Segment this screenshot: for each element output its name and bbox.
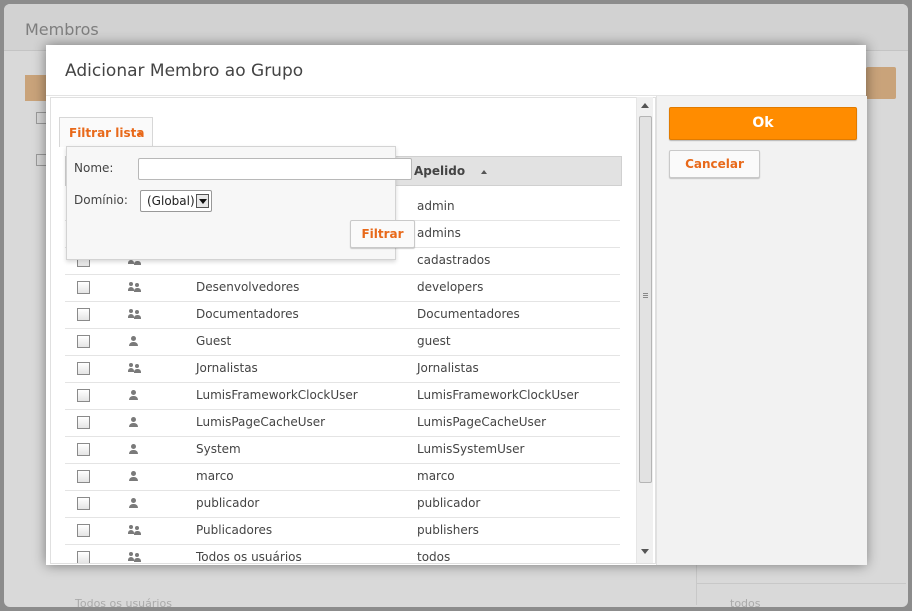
row-checkbox[interactable]	[77, 308, 90, 321]
member-list-pane: Filtrar lista Apelido admin admins cadastr…	[50, 97, 656, 564]
user-icon	[128, 390, 140, 401]
dialog-title: Adicionar Membro ao Grupo	[65, 61, 304, 81]
actions-pane: Ok Cancelar	[656, 96, 867, 565]
user-icon	[128, 498, 140, 509]
domain-select-value: (Global)	[147, 194, 195, 208]
filter-button[interactable]: Filtrar	[350, 220, 415, 248]
table-row[interactable]: Publicadores publishers	[65, 517, 620, 545]
member-alias: marco	[417, 469, 455, 483]
row-checkbox[interactable]	[77, 443, 90, 456]
member-alias: admin	[417, 199, 455, 213]
row-checkbox[interactable]	[77, 416, 90, 429]
table-row[interactable]: System LumisSystemUser	[65, 436, 620, 464]
domain-select[interactable]: (Global)	[140, 190, 212, 212]
row-checkbox[interactable]	[77, 524, 90, 537]
list-scrollbar[interactable]	[636, 97, 653, 563]
row-checkbox[interactable]	[77, 362, 90, 375]
member-name: Publicadores	[196, 523, 273, 537]
scroll-thumb[interactable]	[639, 116, 652, 483]
table-row[interactable]: Jornalistas Jornalistas	[65, 355, 620, 383]
dropdown-arrow-icon[interactable]	[196, 194, 209, 208]
filter-panel: Nome: Domínio: (Global) Filtrar	[66, 146, 415, 260]
member-name: Guest	[196, 334, 232, 348]
background-header	[4, 4, 908, 51]
background-row-alias: todos	[730, 597, 761, 610]
background-divider	[696, 583, 906, 584]
member-name: LumisPageCacheUser	[196, 415, 326, 429]
member-alias: admins	[417, 226, 461, 240]
member-alias: cadastrados	[417, 253, 491, 267]
member-name: Desenvolvedores	[196, 280, 300, 294]
row-checkbox[interactable]	[77, 470, 90, 483]
name-input[interactable]	[138, 158, 412, 180]
sort-ascending-icon	[481, 170, 487, 174]
row-checkbox[interactable]	[77, 335, 90, 348]
user-icon	[128, 471, 140, 482]
table-row[interactable]: Desenvolvedores developers	[65, 274, 620, 302]
member-alias: todos	[417, 550, 451, 564]
add-member-dialog: Adicionar Membro ao Grupo Filtrar lista …	[46, 45, 867, 565]
table-row[interactable]: LumisPageCacheUser LumisPageCacheUser	[65, 409, 620, 437]
member-name: Jornalistas	[196, 361, 258, 375]
scroll-up-arrow-icon[interactable]	[641, 103, 649, 108]
row-checkbox[interactable]	[77, 497, 90, 510]
caret-up-icon	[137, 131, 143, 135]
group-icon	[128, 282, 142, 293]
member-alias: guest	[417, 334, 451, 348]
ok-button[interactable]: Ok	[669, 107, 857, 140]
row-checkbox[interactable]	[77, 281, 90, 294]
background-row-name: Todos os usuários	[75, 597, 172, 610]
table-row[interactable]: Guest guest	[65, 328, 620, 356]
row-checkbox[interactable]	[77, 389, 90, 402]
member-alias: LumisPageCacheUser	[417, 415, 547, 429]
group-icon	[128, 525, 142, 536]
member-name: Documentadores	[196, 307, 299, 321]
user-icon	[128, 336, 140, 347]
background-action-button	[866, 67, 896, 99]
member-alias: Documentadores	[417, 307, 520, 321]
column-header-alias[interactable]: Apelido	[414, 164, 465, 178]
member-name: LumisFrameworkClockUser	[196, 388, 358, 402]
cancel-button[interactable]: Cancelar	[669, 150, 760, 178]
scroll-down-arrow-icon[interactable]	[641, 549, 649, 554]
member-alias: publishers	[417, 523, 479, 537]
table-row[interactable]: Todos os usuários todos	[65, 544, 620, 564]
member-name: Todos os usuários	[196, 550, 302, 564]
member-name: marco	[196, 469, 234, 483]
user-icon	[128, 444, 140, 455]
row-checkbox[interactable]	[77, 551, 90, 563]
member-alias: developers	[417, 280, 484, 294]
member-alias: LumisSystemUser	[417, 442, 525, 456]
table-row[interactable]: Documentadores Documentadores	[65, 301, 620, 329]
background-add-button	[25, 75, 47, 101]
group-icon	[128, 309, 142, 320]
background-title: Membros	[25, 20, 99, 39]
group-icon	[128, 363, 142, 374]
member-alias: publicador	[417, 496, 481, 510]
dialog-header: Adicionar Membro ao Grupo	[46, 45, 866, 96]
group-icon	[128, 552, 142, 563]
name-label: Nome:	[74, 161, 114, 175]
user-icon	[128, 417, 140, 428]
filter-list-tab[interactable]: Filtrar lista	[59, 117, 153, 147]
grip-icon	[643, 293, 648, 294]
table-row[interactable]: LumisFrameworkClockUser LumisFrameworkClo…	[65, 382, 620, 410]
filter-list-tab-label: Filtrar lista	[69, 126, 145, 140]
member-name: System	[196, 442, 241, 456]
member-alias: LumisFrameworkClockUser	[417, 388, 579, 402]
member-alias: Jornalistas	[417, 361, 479, 375]
member-name: publicador	[196, 496, 260, 510]
domain-label: Domínio:	[74, 193, 128, 207]
table-row[interactable]: publicador publicador	[65, 490, 620, 518]
table-row[interactable]: marco marco	[65, 463, 620, 491]
